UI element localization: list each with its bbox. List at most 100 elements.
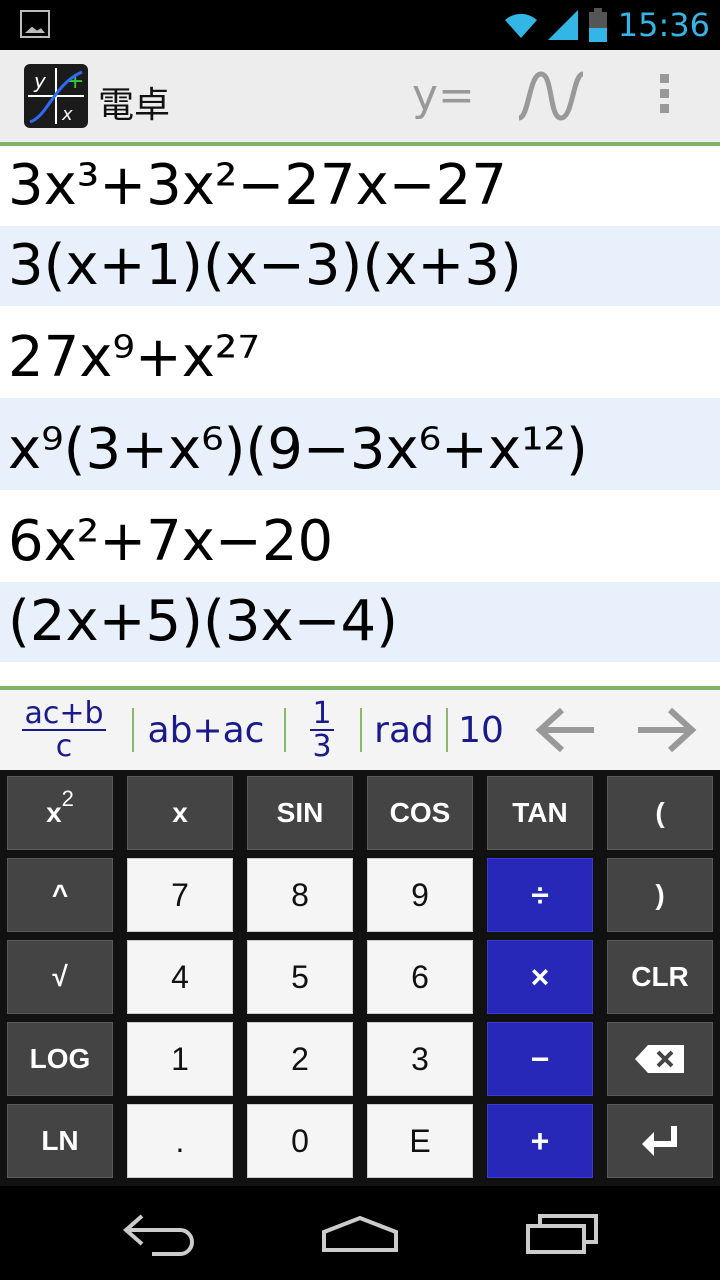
digit-7-key[interactable]: 7 — [127, 858, 233, 932]
history-expression: 27x⁹+x²⁷ — [8, 325, 260, 390]
key-label: COS — [389, 797, 451, 828]
key-label: TAN — [512, 797, 568, 828]
key-label: − — [530, 1040, 550, 1077]
clear-key[interactable]: CLR — [607, 940, 713, 1014]
digit-3-key[interactable]: 3 — [367, 1022, 473, 1096]
key-label: 2 — [291, 1040, 309, 1077]
key-label: 8 — [291, 876, 309, 913]
key-label: × — [530, 958, 550, 995]
history-row[interactable]: 3x³+3x²−27x−27 — [0, 146, 720, 226]
backspace-icon — [635, 1045, 684, 1073]
digit-4-key[interactable]: 4 — [127, 940, 233, 1014]
distribute-button[interactable]: ab+ac — [142, 690, 270, 770]
y-equals-button[interactable]: y= — [412, 70, 475, 121]
x-key[interactable]: x — [127, 776, 233, 850]
sqrt-key[interactable]: √ — [7, 940, 113, 1014]
digit-0-key[interactable]: 0 — [247, 1104, 353, 1178]
key-label: 9 — [411, 876, 429, 913]
keypad: x2 x SIN COS TAN ( ^ 7 8 9 ÷ ) √ 4 5 6 ×… — [0, 770, 720, 1186]
tan-key[interactable]: TAN — [487, 776, 593, 850]
history-row[interactable]: 6x²+7x−20 — [0, 490, 720, 582]
backspace-key[interactable] — [607, 1022, 713, 1096]
key-label: 3 — [411, 1040, 429, 1077]
separator — [446, 708, 448, 752]
history-expression: 3x³+3x²−27x−27 — [8, 153, 507, 218]
cos-key[interactable]: COS — [367, 776, 473, 850]
history-expression: 3(x+1)(x−3)(x+3) — [8, 233, 522, 298]
multiply-key[interactable]: × — [487, 940, 593, 1014]
home-icon[interactable] — [322, 1214, 398, 1254]
separator — [360, 708, 362, 752]
digit-5-key[interactable]: 5 — [247, 940, 353, 1014]
rad-mode-button[interactable]: rad — [368, 690, 440, 770]
decimal-key[interactable]: . — [127, 1104, 233, 1178]
key-label: LN — [41, 1125, 79, 1156]
enter-icon — [642, 1126, 677, 1156]
fraction-expression-button[interactable]: ac+b c — [12, 690, 116, 770]
key-label: . — [175, 1122, 185, 1159]
fraction-button[interactable]: 1 3 — [298, 690, 346, 770]
history-row[interactable]: x⁹(3+x⁶)(9−3x⁶+x¹²) — [0, 398, 720, 490]
action-bar: y + x 電卓 y= — [0, 50, 720, 146]
fraction-denominator: 3 — [312, 729, 332, 764]
key-label: SIN — [276, 797, 324, 828]
app-title: 電卓 — [98, 85, 171, 126]
key-label: CLR — [631, 961, 689, 992]
history-list[interactable]: 3x³+3x²−27x−27 3(x+1)(x−3)(x+3) 27x⁹+x²⁷… — [0, 146, 720, 686]
fraction-numerator: ac+b — [22, 695, 106, 731]
svg-text:x: x — [61, 104, 73, 125]
digit-6-key[interactable]: 6 — [367, 940, 473, 1014]
signal-icon — [547, 10, 578, 40]
history-row[interactable]: 3(x+1)(x−3)(x+3) — [0, 226, 720, 306]
plus-key[interactable]: + — [487, 1104, 593, 1178]
key-label: 6 — [411, 958, 429, 995]
right-arrow-icon[interactable] — [634, 704, 698, 756]
navigation-bar — [0, 1186, 720, 1280]
key-label: ( — [655, 797, 665, 828]
right-paren-key[interactable]: ) — [607, 858, 713, 932]
digit-8-key[interactable]: 8 — [247, 858, 353, 932]
rad-label: rad — [374, 709, 434, 751]
key-label: x — [46, 797, 62, 828]
status-bar: 15:36 — [0, 0, 720, 50]
separator — [132, 708, 134, 752]
left-arrow-icon[interactable] — [534, 704, 598, 756]
key-label: + — [530, 1122, 550, 1159]
digit-1-key[interactable]: 1 — [127, 1022, 233, 1096]
key-label: 5 — [291, 958, 309, 995]
history-row[interactable]: (2x+5)(3x−4) — [0, 582, 720, 662]
graph-wave-icon[interactable] — [515, 66, 587, 126]
power-key[interactable]: ^ — [7, 858, 113, 932]
square-key[interactable]: x2 — [7, 776, 113, 850]
app-logo-icon[interactable]: y + x — [24, 64, 88, 128]
log-key[interactable]: LOG — [7, 1022, 113, 1096]
history-expression: (2x+5)(3x−4) — [8, 589, 399, 654]
digit-9-key[interactable]: 9 — [367, 858, 473, 932]
divide-key[interactable]: ÷ — [487, 858, 593, 932]
svg-text:y: y — [33, 69, 47, 93]
minus-key[interactable]: − — [487, 1022, 593, 1096]
left-paren-key[interactable]: ( — [607, 776, 713, 850]
key-label: LOG — [29, 1043, 91, 1074]
base-button[interactable]: 10 — [454, 690, 508, 770]
fraction-denominator: c — [55, 729, 73, 764]
enter-key[interactable] — [607, 1104, 713, 1178]
overflow-menu-icon[interactable] — [650, 74, 678, 122]
recent-apps-icon[interactable] — [526, 1214, 598, 1254]
image-notification-icon — [20, 10, 50, 38]
history-expression: x⁹(3+x⁶)(9−3x⁶+x¹²) — [8, 417, 588, 482]
key-superscript: 2 — [61, 786, 74, 811]
back-icon[interactable] — [122, 1212, 194, 1256]
digit-2-key[interactable]: 2 — [247, 1022, 353, 1096]
status-right: 15:36 — [504, 6, 710, 44]
key-label: x — [172, 797, 188, 828]
key-label: √ — [52, 961, 68, 992]
key-label: 0 — [291, 1122, 309, 1159]
distribute-label: ab+ac — [147, 709, 265, 751]
key-label: ) — [655, 879, 665, 910]
ln-key[interactable]: LN — [7, 1104, 113, 1178]
sin-key[interactable]: SIN — [247, 776, 353, 850]
key-label: E — [409, 1122, 431, 1159]
exponent-key[interactable]: E — [367, 1104, 473, 1178]
history-row[interactable]: 27x⁹+x²⁷ — [0, 306, 720, 398]
